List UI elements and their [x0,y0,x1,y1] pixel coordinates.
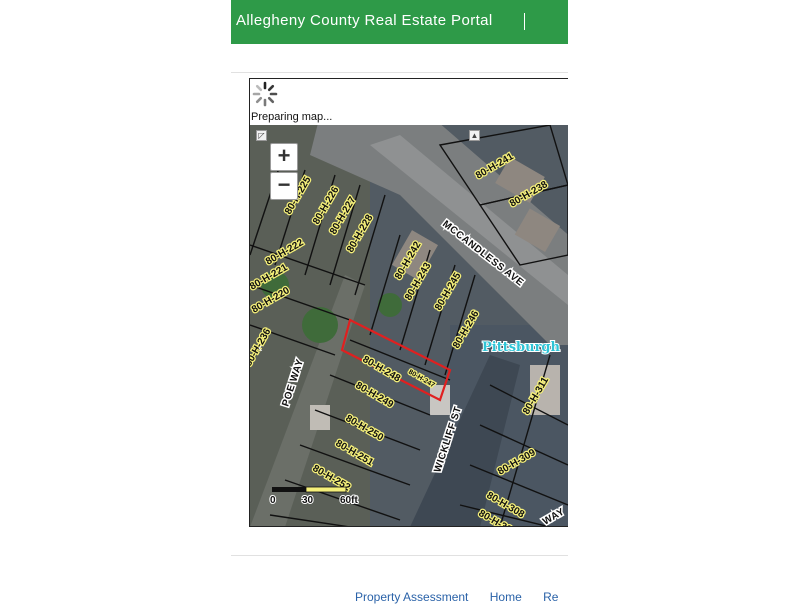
footer-link-home[interactable]: Home [490,590,522,604]
map-panel: Preparing map... 80-H-241 80-H-238 80-H-… [249,78,568,527]
portal-title[interactable]: Allegheny County Real Estate Portal [236,12,493,29]
pan-left-icon[interactable]: ‹ [258,339,270,355]
zoom-in-button[interactable]: + [270,143,298,171]
section-divider-bottom [231,555,568,556]
loading-text: Preparing map... [251,111,333,123]
footer-link-assessment[interactable]: Property Assessment [355,590,468,604]
place-label: Pittsburgh [482,340,561,355]
loading-spinner-icon [252,81,278,107]
scale-label-mid: 30 [302,495,314,506]
map-collapse-icon[interactable]: ▲ [469,130,480,141]
footer-link-more[interactable]: Re [543,590,558,604]
section-divider [231,72,568,73]
header-divider [524,13,525,30]
zoom-out-button[interactable]: − [270,172,298,200]
parcel-map[interactable]: 80-H-241 80-H-238 80-H-225 80-H-226 80-H… [250,125,568,526]
scale-label-end: 60ft [340,495,358,506]
footer-links: Property Assessment Home Re [355,590,576,604]
scale-label-start: 0 [270,495,276,506]
portal-header: Allegheny County Real Estate Portal [231,0,568,44]
map-overview-toggle-icon[interactable]: ◸ [256,130,267,141]
